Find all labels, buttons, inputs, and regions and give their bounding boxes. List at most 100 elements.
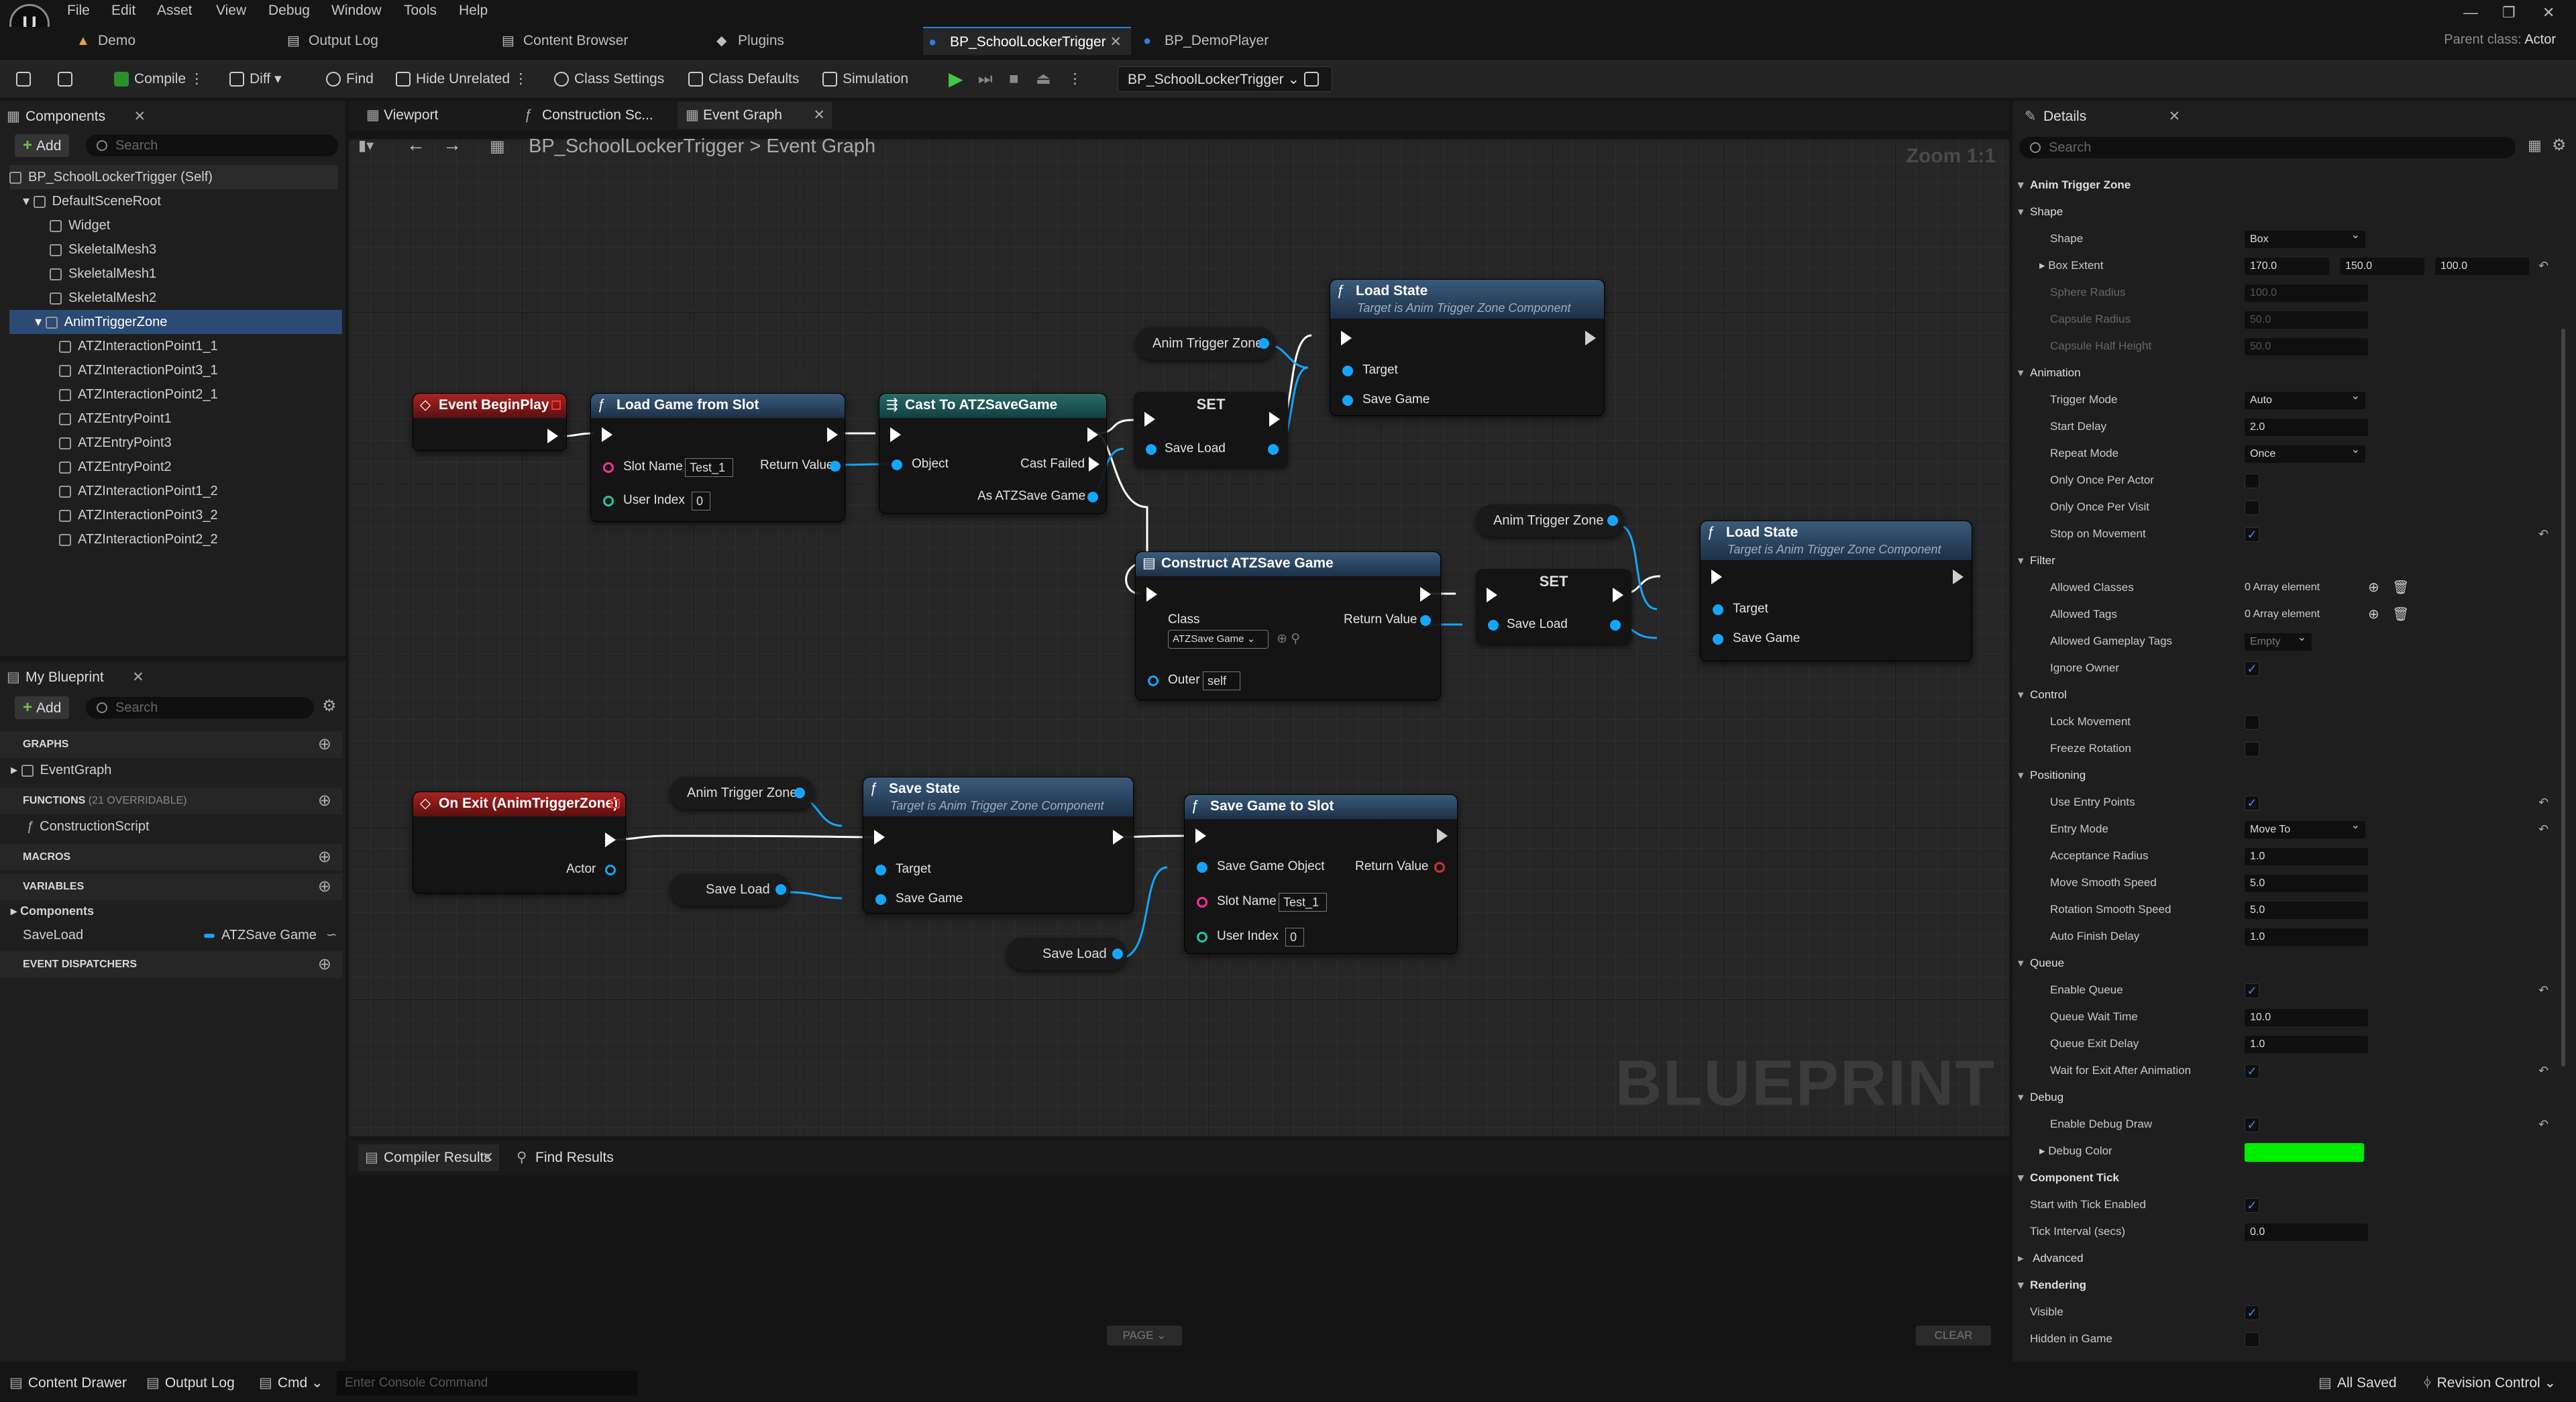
tree-row-atz-ep2[interactable]: ATZEntryPoint2 bbox=[59, 455, 172, 479]
tab-bp-schoollockertrigger[interactable]: ● BP_SchoolLockerTrigger ✕ bbox=[923, 27, 1131, 55]
node-load-game-from-slot[interactable]: ƒ Load Game from Slot Slot Name Test_1 Re… bbox=[590, 393, 845, 522]
node-set-saveload-1[interactable]: SET Save Load bbox=[1134, 392, 1288, 467]
gameplay-tags-select[interactable]: Empty bbox=[2245, 629, 2312, 651]
save-load-in-pin[interactable] bbox=[1488, 620, 1499, 631]
tab-content-browser[interactable]: ▤ Content Browser bbox=[496, 27, 698, 55]
only-once-per-actor-checkbox[interactable] bbox=[2245, 474, 2259, 488]
components-search-input[interactable]: Search bbox=[86, 135, 338, 156]
bookmark-icon[interactable]: ▮▾ bbox=[358, 137, 374, 154]
hide-unrelated-button[interactable]: Hide Unrelated ⋮ bbox=[396, 66, 528, 92]
category-control[interactable]: Control bbox=[2012, 682, 2563, 708]
function-item-constructionscript[interactable]: ƒ ConstructionScript bbox=[27, 814, 150, 839]
breadcrumb-path[interactable]: BP_SchoolLockerTrigger > Event Graph bbox=[529, 136, 875, 158]
exec-in-pin[interactable] bbox=[1144, 412, 1155, 427]
cast-failed-pin[interactable] bbox=[1089, 457, 1099, 472]
node-event-beginplay[interactable]: ◇ Event BeginPlay bbox=[413, 393, 567, 451]
save-game-pin[interactable] bbox=[1342, 395, 1353, 406]
lock-movement-checkbox[interactable] bbox=[2245, 715, 2259, 730]
acceptance-radius-input[interactable]: 1.0 bbox=[2245, 848, 2368, 865]
my-blueprint-tab[interactable]: ▤ My Blueprint ✕ bbox=[0, 664, 144, 691]
box-extent-y-input[interactable]: 150.0 bbox=[2340, 258, 2424, 275]
category-positioning[interactable]: Positioning bbox=[2012, 762, 2563, 789]
variable-category-components[interactable]: ▸ Components bbox=[11, 899, 94, 923]
tree-row-self[interactable]: BP_SchoolLockerTrigger (Self) bbox=[9, 165, 338, 189]
graph-item-eventgraph[interactable]: ▸ EventGraph bbox=[11, 758, 111, 782]
close-tab-icon[interactable]: ✕ bbox=[813, 102, 825, 129]
delegate-pin-icon[interactable] bbox=[610, 799, 620, 808]
debug-browse-icon[interactable] bbox=[1304, 66, 1324, 92]
visible-checkbox[interactable]: ✓ bbox=[2245, 1305, 2259, 1320]
trash-icon[interactable]: 🗑 bbox=[2392, 574, 2409, 601]
add-variable-icon[interactable]: ⊕ bbox=[318, 873, 331, 900]
play-icon[interactable]: ▶ bbox=[949, 66, 963, 92]
move-smooth-speed-input[interactable]: 5.0 bbox=[2245, 875, 2368, 892]
box-extent-z-input[interactable]: 100.0 bbox=[2435, 258, 2529, 275]
settings-gear-icon[interactable]: ⚙ bbox=[2552, 136, 2567, 155]
cmd-select[interactable]: ▤ Cmd ⌄ bbox=[259, 1371, 323, 1395]
menu-debug[interactable]: Debug bbox=[268, 0, 310, 21]
revision-control-button[interactable]: ᛄ Revision Control ⌄ bbox=[2423, 1371, 2556, 1395]
tab-demo[interactable]: ▲ Demo bbox=[71, 27, 272, 55]
save-load-out-pin[interactable] bbox=[1268, 444, 1279, 455]
add-graph-icon[interactable]: ⊕ bbox=[318, 731, 331, 758]
return-value-pin[interactable] bbox=[830, 461, 841, 472]
tab-find-results[interactable]: ⚲ Find Results bbox=[510, 1144, 614, 1171]
slot-name-input[interactable]: Test_1 bbox=[685, 458, 733, 477]
save-game-pin[interactable] bbox=[1713, 634, 1723, 645]
debug-color-swatch[interactable] bbox=[2245, 1143, 2364, 1162]
close-tab-icon[interactable]: ✕ bbox=[2169, 103, 2181, 130]
reset-icon[interactable]: ↶ bbox=[2538, 252, 2548, 279]
tab-plugins[interactable]: ◆ Plugins bbox=[711, 27, 912, 55]
back-arrow-icon[interactable]: ← bbox=[407, 134, 425, 156]
exec-out-pin[interactable] bbox=[1113, 830, 1124, 845]
wait-for-exit-checkbox[interactable]: ✓ bbox=[2245, 1064, 2259, 1079]
queue-exit-delay-input[interactable]: 1.0 bbox=[2245, 1036, 2368, 1053]
reset-icon[interactable]: ↶ bbox=[2538, 521, 2548, 547]
auto-finish-delay-input[interactable]: 1.0 bbox=[2245, 928, 2368, 946]
variable-out-pin[interactable] bbox=[794, 788, 805, 798]
tree-row-atz-ep3[interactable]: ATZEntryPoint3 bbox=[59, 431, 172, 455]
tree-row-skeletalmesh3[interactable]: SkeletalMesh3 bbox=[50, 237, 156, 262]
trash-icon[interactable]: 🗑 bbox=[2392, 601, 2409, 628]
variable-out-pin[interactable] bbox=[1258, 338, 1269, 349]
exec-in-pin[interactable] bbox=[1341, 331, 1352, 345]
find-button[interactable]: Find bbox=[326, 66, 374, 92]
slot-name-pin[interactable] bbox=[603, 462, 614, 473]
diff-button[interactable]: Diff ▾ bbox=[229, 66, 282, 92]
save-load-in-pin[interactable] bbox=[1146, 444, 1157, 455]
return-value-pin[interactable] bbox=[1420, 615, 1431, 626]
user-index-input[interactable]: 0 bbox=[692, 492, 710, 510]
menu-file[interactable]: File bbox=[67, 0, 90, 21]
menu-view[interactable]: View bbox=[216, 0, 246, 21]
category-rendering[interactable]: Rendering bbox=[2012, 1272, 2563, 1299]
user-index-pin[interactable] bbox=[603, 496, 614, 506]
components-tab[interactable]: ▦ Components ✕ bbox=[0, 103, 146, 130]
exec-out-pin[interactable] bbox=[1269, 412, 1280, 427]
save-load-out-pin[interactable] bbox=[1610, 620, 1621, 631]
tree-row-atz-ip2-2[interactable]: ATZInteractionPoint2_2 bbox=[59, 527, 218, 551]
variable-out-pin[interactable] bbox=[1112, 949, 1123, 959]
node-on-exit-animtriggerzone[interactable]: ◇ On Exit (AnimTriggerZone) Actor bbox=[413, 792, 626, 894]
details-tab[interactable]: ✎ Details ✕ bbox=[2018, 103, 2180, 130]
add-function-icon[interactable]: ⊕ bbox=[318, 788, 331, 814]
console-command-input[interactable]: Enter Console Command bbox=[337, 1371, 637, 1395]
minimize-icon[interactable]: — bbox=[2463, 4, 2478, 21]
node-get-save-load-1[interactable]: Save Load bbox=[669, 873, 790, 906]
reset-icon[interactable]: ↶ bbox=[2538, 977, 2548, 1004]
exec-out-pin[interactable] bbox=[1087, 427, 1098, 442]
node-get-anim-trigger-zone-3[interactable]: Anim Trigger Zone bbox=[669, 777, 814, 809]
target-pin[interactable] bbox=[875, 865, 886, 875]
class-settings-button[interactable]: Class Settings bbox=[554, 66, 664, 92]
reset-icon[interactable]: ↶ bbox=[2538, 816, 2548, 843]
user-index-pin[interactable] bbox=[1197, 932, 1208, 942]
variable-out-pin[interactable] bbox=[1607, 515, 1618, 526]
browse-icon[interactable] bbox=[58, 66, 78, 92]
return-value-pin[interactable] bbox=[1434, 862, 1445, 873]
close-tab-icon[interactable]: ✕ bbox=[133, 103, 146, 130]
browse-icon[interactable]: ⊕ ⚲ bbox=[1277, 631, 1300, 647]
delegate-pin-icon[interactable] bbox=[551, 400, 561, 410]
stop-on-movement-checkbox[interactable]: ✓ bbox=[2245, 527, 2259, 542]
category-animation[interactable]: Animation bbox=[2012, 360, 2563, 386]
slot-name-input[interactable]: Test_1 bbox=[1279, 893, 1327, 912]
parent-class-value[interactable]: Actor bbox=[2524, 32, 2556, 47]
